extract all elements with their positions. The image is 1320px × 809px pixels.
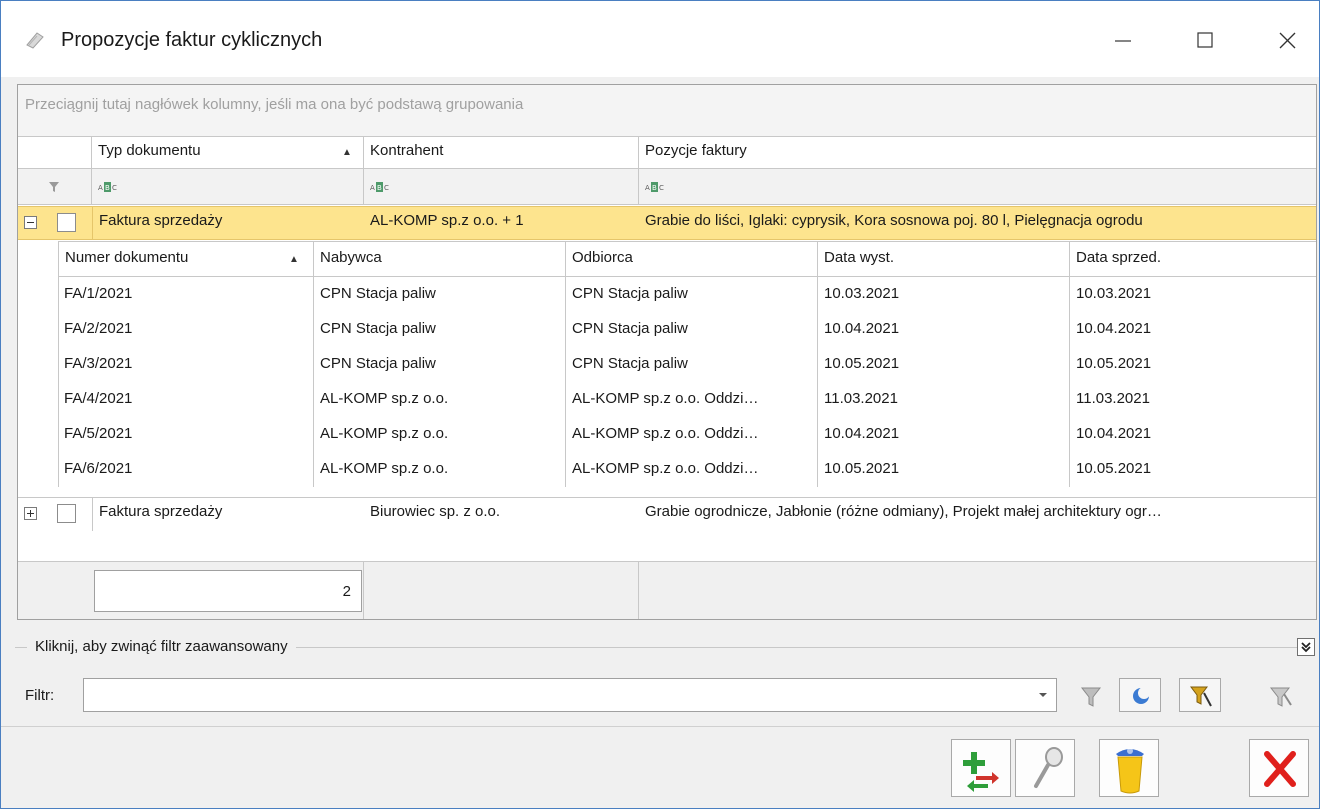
clear-filter-button[interactable] (1259, 678, 1301, 712)
abc-filter-icon: A B C (98, 182, 117, 192)
apply-filter-button[interactable] (1071, 678, 1113, 712)
half-moon-icon (1133, 687, 1150, 704)
filter-label: Filtr: (25, 687, 55, 704)
chevron-down-icon (1039, 693, 1047, 697)
svg-text:B: B (377, 184, 382, 192)
double-chevron-down-icon (1301, 642, 1311, 653)
detail-header: Numer dokumentu ▲ Nabywca Odbiorca Data … (58, 241, 1316, 277)
cell-kontrahent: AL-KOMP sp.z o.o. + 1 (370, 212, 524, 229)
table-row[interactable]: FA/3/2021 CPN Stacja paliw CPN Stacja pa… (58, 347, 1316, 382)
magnifier-icon (1034, 747, 1063, 788)
filter-cell-pozycje-faktury[interactable]: A B C (639, 169, 1316, 204)
sort-ascending-icon: ▲ (342, 147, 352, 158)
trash-bin-icon (1116, 748, 1144, 794)
svg-text:C: C (112, 184, 117, 192)
invoice-grid: Przeciągnij tutaj nagłówek kolumny, jeśl… (17, 84, 1317, 620)
filter-cell-typ-dokumentu[interactable]: A B C (92, 169, 364, 204)
cancel-button[interactable] (1249, 739, 1309, 797)
preview-button[interactable] (1015, 739, 1075, 797)
svg-text:A: A (370, 184, 375, 192)
row-checkbox[interactable] (57, 504, 76, 523)
funnel-wand-icon (1190, 686, 1212, 707)
column-header-typ-dokumentu[interactable]: Typ dokumentu ▲ (92, 137, 364, 168)
svg-text:C: C (659, 184, 664, 192)
main-window: Propozycje faktur cyklicznych Przeciągni… (0, 0, 1320, 809)
grid-footer: 2 (18, 561, 1316, 619)
svg-text:A: A (645, 184, 650, 192)
table-row[interactable]: FA/4/2021 AL-KOMP sp.z o.o. AL-KOMP sp.z… (58, 382, 1316, 417)
row-count-summary: 2 (94, 570, 362, 612)
funnel-clear-icon (1269, 687, 1292, 707)
row-checkbox[interactable] (57, 213, 76, 232)
expand-row-icon[interactable] (24, 507, 37, 520)
column-header-kontrahent[interactable]: Kontrahent (364, 137, 639, 168)
column-header-nabywca[interactable]: Nabywca (314, 242, 566, 276)
table-row[interactable]: FA/6/2021 AL-KOMP sp.z o.o. AL-KOMP sp.z… (58, 452, 1316, 487)
svg-text:B: B (105, 184, 110, 192)
filter-row-indicator[interactable] (18, 169, 92, 204)
title-bar: Propozycje faktur cyklicznych (1, 1, 1319, 77)
header-indicator-cell (18, 137, 92, 168)
svg-text:A: A (98, 184, 103, 192)
grid-header: Typ dokumentu ▲ Kontrahent Pozycje faktu… (18, 137, 1316, 169)
table-row[interactable]: Faktura sprzedaży AL-KOMP sp.z o.o. + 1 … (18, 206, 1316, 240)
advanced-filter-toggle[interactable]: Kliknij, aby zwinąć filtr zaawansowany (27, 638, 296, 655)
cell-pozycje-faktury: Grabie ogrodnicze, Jabłonie (różne odmia… (645, 503, 1162, 520)
collapse-row-icon[interactable] (24, 216, 37, 229)
maximize-button[interactable] (1185, 25, 1225, 57)
funnel-icon (1080, 687, 1102, 707)
close-icon (1279, 32, 1296, 49)
maximize-icon (1197, 32, 1213, 48)
minimize-button[interactable] (1103, 25, 1143, 57)
filter-dropdown-button[interactable] (1031, 679, 1056, 711)
cell-typ-dokumentu: Faktura sprzedaży (92, 498, 364, 531)
filter-mode-toggle-button[interactable] (1119, 678, 1161, 712)
cell-typ-dokumentu: Faktura sprzedaży (92, 207, 364, 239)
sort-ascending-icon: ▲ (289, 254, 299, 265)
abc-filter-icon: A B C (370, 182, 389, 192)
group-by-panel[interactable]: Przeciągnij tutaj nagłówek kolumny, jeśl… (18, 85, 1316, 137)
svg-text:C: C (384, 184, 389, 192)
column-header-data-wyst[interactable]: Data wyst. (818, 242, 1070, 276)
generate-invoices-button[interactable] (951, 739, 1011, 797)
table-row[interactable]: FA/2/2021 CPN Stacja paliw CPN Stacja pa… (58, 312, 1316, 347)
document-app-icon (26, 32, 44, 49)
column-header-numer-dokumentu[interactable]: Numer dokumentu ▲ (58, 242, 314, 276)
column-header-odbiorca[interactable]: Odbiorca (566, 242, 818, 276)
filter-builder-button[interactable] (1179, 678, 1221, 712)
group-panel-hint: Przeciągnij tutaj nagłówek kolumny, jeśl… (25, 96, 524, 113)
minimize-icon (1115, 40, 1131, 42)
abc-filter-icon: A B C (645, 182, 664, 192)
add-arrows-icon (963, 752, 999, 792)
table-row[interactable]: FA/5/2021 AL-KOMP sp.z o.o. AL-KOMP sp.z… (58, 417, 1316, 452)
funnel-icon (49, 182, 59, 192)
close-button[interactable] (1267, 25, 1307, 57)
cell-pozycje-faktury: Grabie do liści, Iglaki: cyprysik, Kora … (645, 212, 1143, 229)
table-row[interactable]: Faktura sprzedaży Biurowiec sp. z o.o. G… (18, 497, 1316, 531)
window-title: Propozycje faktur cyklicznych (61, 29, 323, 51)
cell-kontrahent: Biurowiec sp. z o.o. (370, 503, 501, 520)
column-header-data-sprzed[interactable]: Data sprzed. (1070, 242, 1316, 276)
table-row[interactable]: FA/1/2021 CPN Stacja paliw CPN Stacja pa… (58, 277, 1316, 312)
svg-text:B: B (652, 184, 657, 192)
detail-grid: Numer dokumentu ▲ Nabywca Odbiorca Data … (58, 241, 1316, 487)
delete-button[interactable] (1099, 739, 1159, 797)
column-header-pozycje-faktury[interactable]: Pozycje faktury (639, 137, 1316, 168)
filter-input[interactable] (83, 678, 1057, 712)
filter-cell-kontrahent[interactable]: A B C (364, 169, 639, 204)
auto-filter-row: A B C A B C A B C (18, 169, 1316, 205)
collapse-filter-button[interactable] (1297, 638, 1315, 656)
close-red-icon (1264, 751, 1296, 787)
